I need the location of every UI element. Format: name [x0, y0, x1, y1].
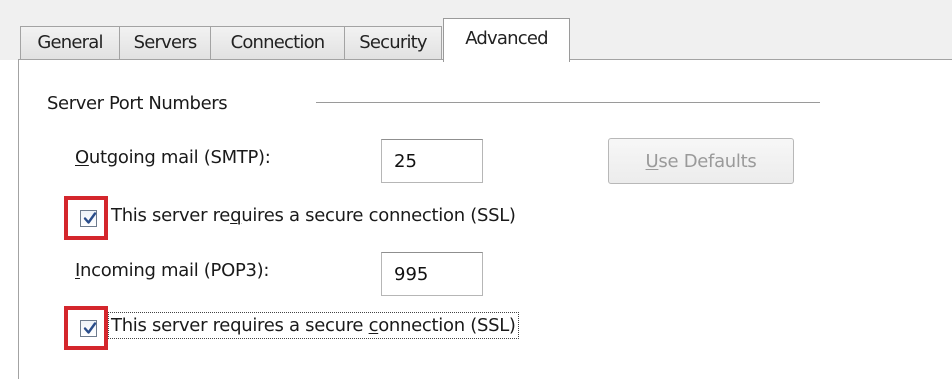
incoming-ssl-label[interactable]: This server requires a secure connection…	[108, 312, 519, 339]
incoming-port-input[interactable]	[381, 252, 483, 296]
outgoing-port-input[interactable]	[381, 139, 483, 183]
group-title-server-port-numbers: Server Port Numbers	[47, 93, 228, 114]
tab-strip: General Servers Connection Security Adva…	[0, 0, 952, 62]
outgoing-port-label: Outgoing mail (SMTP):	[75, 147, 271, 168]
use-defaults-button[interactable]: Use Defaults	[608, 138, 794, 184]
incoming-ssl-checkbox[interactable]	[80, 320, 97, 337]
outgoing-ssl-label[interactable]: This server requires a secure connection…	[111, 205, 516, 226]
checkmark-icon	[83, 322, 97, 334]
tab-servers[interactable]: Servers	[119, 26, 211, 60]
outgoing-ssl-checkbox[interactable]	[80, 210, 97, 227]
tab-advanced[interactable]: Advanced	[443, 18, 570, 62]
group-divider	[316, 102, 820, 103]
checkmark-icon	[83, 212, 97, 224]
tab-security[interactable]: Security	[344, 26, 442, 60]
tab-connection[interactable]: Connection	[210, 26, 345, 60]
tab-general[interactable]: General	[20, 26, 120, 60]
incoming-port-label: Incoming mail (POP3):	[75, 260, 270, 281]
